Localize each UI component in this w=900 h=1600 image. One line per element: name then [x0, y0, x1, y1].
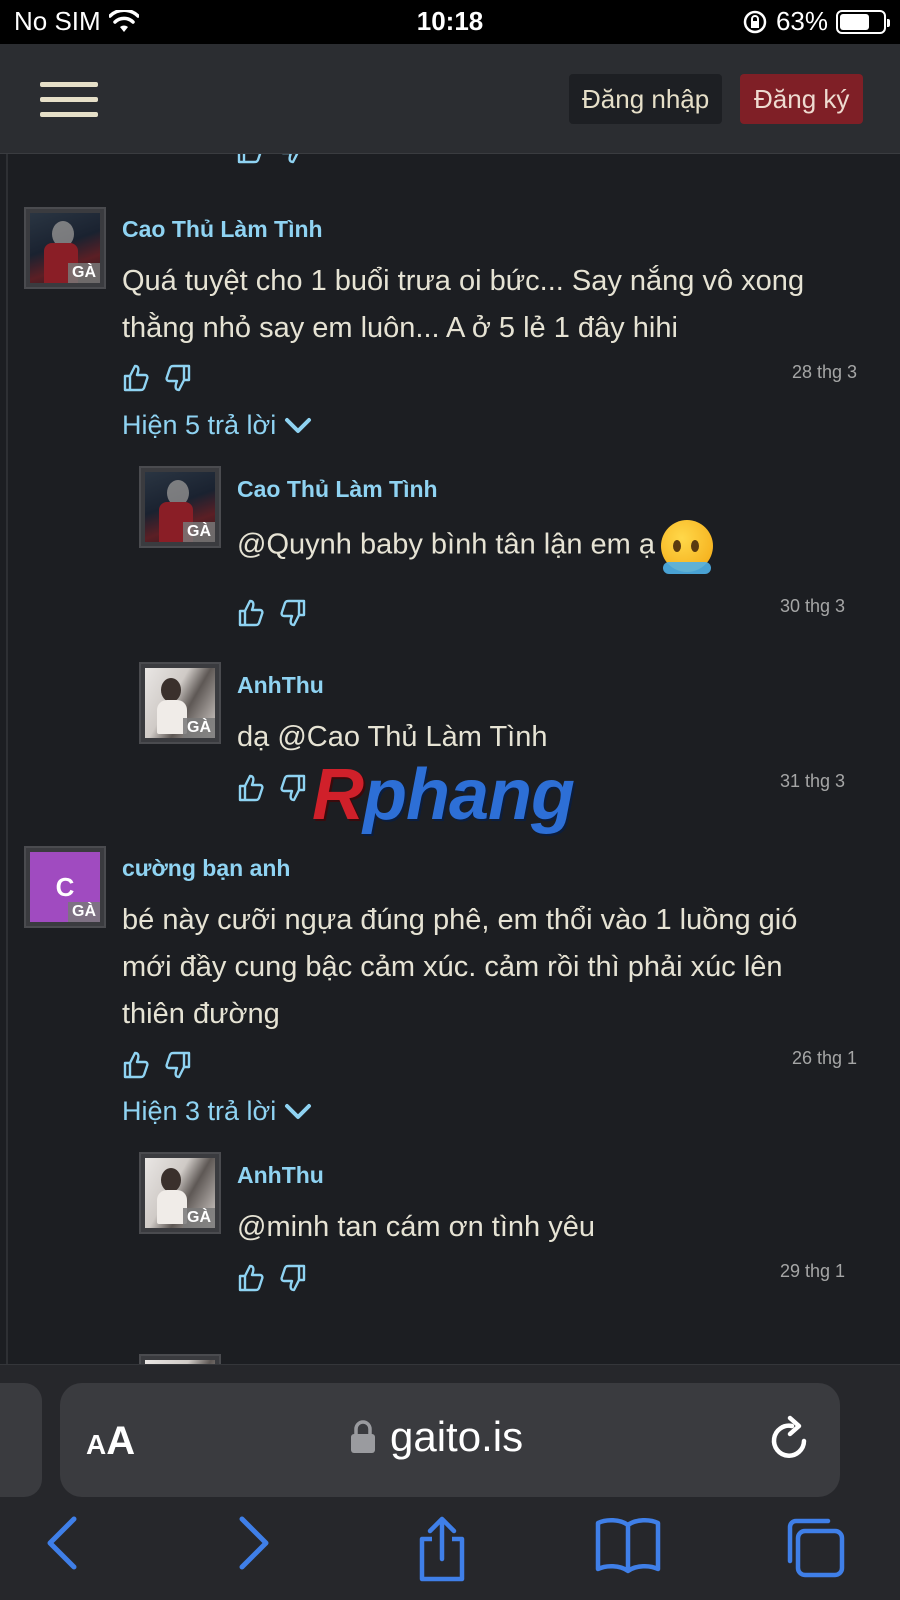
thread-divider — [6, 154, 8, 1364]
reply-date: 29 thg 1 — [780, 1261, 846, 1281]
reply-date: 31 thg 3 — [780, 771, 846, 791]
comment-reactions — [122, 364, 192, 392]
thumbs-up-icon[interactable] — [122, 364, 150, 392]
watermark-first-letter: R — [312, 755, 364, 835]
chevron-down-icon — [285, 1103, 312, 1119]
register-button[interactable]: Đăng ký — [740, 74, 864, 124]
comment-text: Quá tuyệt cho 1 buổi trưa oi bức... Say … — [122, 265, 805, 344]
show-replies-label: Hiện 5 trả lời — [122, 410, 277, 440]
comments-section: GÀ Cao Thủ Làm Tình Quá tuyệt cho 1 buổi… — [0, 154, 900, 1364]
url-display[interactable]: gaito.is — [350, 1413, 523, 1461]
previous-tab-peek[interactable] — [0, 1383, 42, 1497]
thumbs-down-icon[interactable] — [164, 364, 192, 392]
avatar[interactable]: GÀ — [24, 207, 106, 289]
comment-date: 28 thg 3 — [792, 362, 858, 382]
thumbs-up-icon[interactable] — [236, 154, 264, 164]
login-button[interactable]: Đăng nhập — [569, 74, 723, 124]
lock-rotation-icon — [743, 10, 767, 33]
tabs-icon[interactable] — [782, 1515, 846, 1579]
avatar[interactable]: C GÀ — [24, 846, 106, 928]
comment-reactions-previous — [236, 154, 306, 164]
thumbs-up-icon[interactable] — [237, 774, 265, 802]
reply-text-content: @Quynh baby bình tân lận em ạ — [237, 528, 655, 561]
status-right: 63% — [742, 6, 890, 37]
avatar[interactable]: GÀ — [139, 466, 221, 548]
rank-badge: GÀ — [183, 718, 215, 738]
show-replies-toggle[interactable]: Hiện 3 trả lời — [122, 1096, 312, 1127]
show-replies-toggle[interactable]: Hiện 5 trả lời — [122, 410, 312, 441]
reply-date: 30 thg 3 — [780, 596, 846, 616]
thumbs-down-icon[interactable] — [279, 1264, 307, 1292]
thumbs-up-icon[interactable] — [122, 1051, 150, 1079]
reader-options-button[interactable]: AA — [86, 1419, 135, 1464]
comment-date: 26 thg 1 — [792, 1048, 858, 1068]
thumbs-down-icon[interactable] — [278, 154, 306, 164]
reply-username[interactable]: AnhThu — [237, 1162, 324, 1189]
back-icon[interactable] — [44, 1515, 80, 1571]
show-replies-label: Hiện 3 trả lời — [122, 1096, 277, 1126]
battery-percent: 63% — [775, 6, 828, 36]
chevron-down-icon — [285, 417, 312, 433]
comment-reactions — [122, 1051, 192, 1079]
thumbs-down-icon[interactable] — [164, 1051, 192, 1079]
reload-icon[interactable] — [768, 1415, 812, 1463]
thumbs-down-icon[interactable] — [279, 774, 307, 802]
share-icon[interactable] — [414, 1515, 470, 1583]
status-bar: No SIM 10:18 63% — [0, 0, 900, 44]
comment-username[interactable]: cường bạn anh — [122, 855, 290, 882]
rank-badge: GÀ — [68, 263, 100, 283]
avatar[interactable] — [139, 1354, 221, 1364]
address-bar[interactable]: AA gaito.is — [60, 1383, 840, 1497]
reply-reactions — [237, 599, 307, 627]
hamburger-icon[interactable] — [40, 82, 98, 122]
forward-icon[interactable] — [236, 1515, 272, 1571]
bookmarks-icon[interactable] — [594, 1515, 662, 1575]
thumbs-down-icon[interactable] — [279, 599, 307, 627]
browser-toolbar — [0, 1515, 900, 1600]
thumbs-up-icon[interactable] — [237, 1264, 265, 1292]
battery-icon — [836, 9, 890, 34]
watermark-rest: phang — [363, 755, 575, 835]
top-nav: Đăng nhập Đăng ký — [0, 44, 900, 154]
thumbs-up-icon[interactable] — [237, 599, 265, 627]
lock-icon — [351, 1420, 375, 1453]
reply-reactions — [237, 1264, 307, 1292]
reply-username[interactable]: Cao Thủ Làm Tình — [237, 476, 438, 503]
crying-face-emoji — [660, 520, 713, 574]
comment-username[interactable]: Cao Thủ Làm Tình — [122, 216, 323, 243]
rank-badge: GÀ — [68, 902, 100, 922]
reply-text: @Quynh baby bình tân lận em ạ — [237, 520, 797, 574]
watermark-logo: Rphang — [312, 754, 575, 836]
comment-text: bé này cưỡi ngựa đúng phê, em thổi vào 1… — [122, 904, 798, 1030]
reply-username[interactable]: AnhThu — [237, 672, 324, 699]
rank-badge: GÀ — [183, 1208, 215, 1228]
reply-reactions — [237, 774, 307, 802]
avatar[interactable]: GÀ — [139, 662, 221, 744]
url-text: gaito.is — [390, 1413, 524, 1460]
avatar[interactable]: GÀ — [139, 1152, 221, 1234]
battery-level — [840, 13, 869, 30]
reply-text: @minh tan cám ơn tình yêu — [237, 1211, 595, 1243]
rank-badge: GÀ — [183, 522, 215, 542]
browser-bar: AA gaito.is — [0, 1364, 900, 1600]
